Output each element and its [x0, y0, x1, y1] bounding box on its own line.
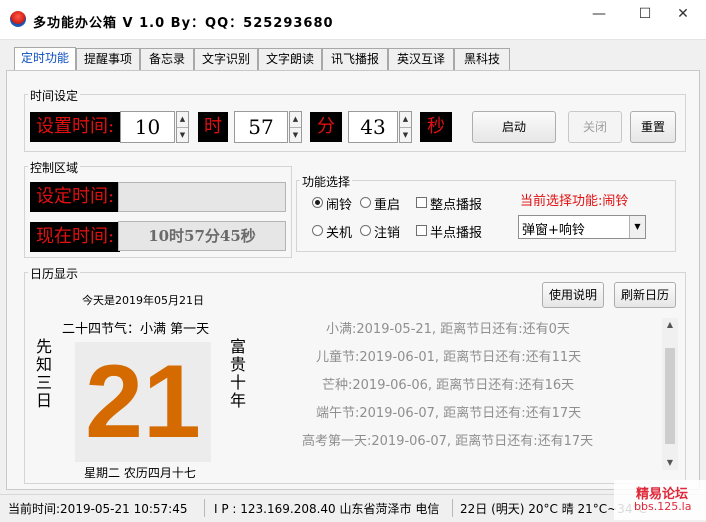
second-stepper[interactable]: ▲ ▼: [399, 111, 412, 143]
alarm-radio[interactable]: [312, 197, 323, 208]
festival-item: 端午节:2019-06-07, 距离节日还有:还有17天: [316, 406, 582, 421]
start-button[interactable]: 启动: [472, 111, 556, 143]
festival-item: 儿童节:2019-06-01, 距离节日还有:还有11天: [316, 350, 582, 365]
minute-input[interactable]: 57: [234, 111, 288, 143]
tab-reminders[interactable]: 提醒事项: [76, 48, 140, 70]
status-divider: [204, 499, 205, 517]
reset-button[interactable]: 重置: [630, 111, 676, 143]
chevron-down-icon[interactable]: ▼: [629, 216, 645, 238]
tab-xunfei[interactable]: 讯飞播报: [322, 48, 388, 70]
hour-unit-label: 时: [198, 112, 228, 142]
preset-time-field: [118, 182, 286, 212]
shutdown-radio-label[interactable]: 关机: [326, 222, 352, 241]
logoff-radio[interactable]: [360, 225, 371, 236]
hour-input[interactable]: 10: [120, 111, 175, 143]
minute-unit-label: 分: [310, 112, 342, 142]
spin-up-icon[interactable]: ▲: [290, 112, 301, 127]
weekday-lunar-text: 星期二 农历四月十七: [84, 466, 196, 480]
spin-up-icon[interactable]: ▲: [177, 112, 188, 127]
tab-translate[interactable]: 英汉互译: [388, 48, 454, 70]
mode-dropdown-value: 弹窗+响铃: [522, 223, 585, 238]
status-current-time: 当前时间:2019-05-21 10:57:45: [8, 502, 188, 516]
right-motto-text: 富贵十年: [230, 337, 247, 410]
help-button[interactable]: 使用说明: [542, 282, 604, 308]
control-label: 控制区域: [28, 159, 81, 176]
time-setting-label: 时间设定: [28, 87, 81, 104]
left-motto-text: 先知三日: [36, 337, 53, 410]
solar-term-text: 二十四节气：小满 第一天: [62, 322, 210, 337]
spin-up-icon[interactable]: ▲: [400, 112, 411, 127]
minimize-button[interactable]: —: [576, 0, 622, 28]
mode-dropdown[interactable]: 弹窗+响铃 ▼: [518, 215, 646, 239]
watermark-url: bbs.125.la: [634, 500, 692, 513]
status-ip: I P : 123.169.208.40 山东省菏泽市 电信: [214, 502, 440, 516]
minute-stepper[interactable]: ▲ ▼: [289, 111, 302, 143]
status-bar: 当前时间:2019-05-21 10:57:45 I P : 123.169.2…: [0, 494, 706, 522]
tab-memo[interactable]: 备忘录: [140, 48, 194, 70]
festival-item: 芒种:2019-06-06, 距离节日还有:还有16天: [322, 378, 575, 393]
spin-down-icon[interactable]: ▼: [177, 127, 188, 142]
shutdown-radio[interactable]: [312, 225, 323, 236]
alarm-radio-label[interactable]: 闹铃: [326, 194, 352, 213]
scroll-up-icon[interactable]: ▲: [662, 318, 678, 332]
scrollbar-thumb[interactable]: [665, 348, 675, 444]
preset-time-label: 设定时间:: [30, 182, 120, 212]
hour-stepper[interactable]: ▲ ▼: [176, 111, 189, 143]
close-window-button[interactable]: ✕: [660, 0, 706, 28]
app-logo-icon: [10, 11, 26, 27]
calendar-label: 日历显示: [28, 265, 81, 282]
spin-down-icon[interactable]: ▼: [290, 127, 301, 142]
hourly-report-checkbox[interactable]: [416, 197, 427, 208]
current-time-label: 现在时间:: [30, 222, 120, 252]
day-tile: 21: [75, 342, 211, 462]
tab-timer[interactable]: 定时功能: [14, 47, 76, 71]
second-unit-label: 秒: [420, 112, 452, 142]
festival-item: 高考第一天:2019-06-07, 距离节日还有:还有17天: [302, 434, 594, 449]
logoff-radio-label[interactable]: 注销: [374, 222, 400, 241]
tab-tech[interactable]: 黑科技: [454, 48, 510, 70]
function-select-label: 功能选择: [300, 173, 353, 190]
current-time-field: 10时57分45秒: [118, 221, 286, 251]
watermark: 精易论坛 bbs.125.la: [614, 480, 706, 520]
tab-tts[interactable]: 文字朗读: [258, 48, 322, 70]
window-title: 多功能办公箱 V 1.0 By：QQ：525293680: [33, 16, 334, 31]
title-bar: 多功能办公箱 V 1.0 By：QQ：525293680 — ☐ ✕: [0, 0, 706, 40]
restart-radio[interactable]: [360, 197, 371, 208]
refresh-calendar-button[interactable]: 刷新日历: [614, 282, 676, 308]
set-time-label: 设置时间:: [30, 112, 120, 142]
tab-ocr[interactable]: 文字识别: [194, 48, 258, 70]
stop-button[interactable]: 关闭: [568, 111, 622, 143]
spin-down-icon[interactable]: ▼: [400, 127, 411, 142]
festival-item: 小满:2019-05-21, 距离节日还有:还有0天: [326, 322, 570, 337]
half-hour-report-label[interactable]: 半点播报: [430, 222, 482, 241]
today-text: 今天是2019年05月21日: [82, 294, 204, 307]
current-function-label: 当前选择功能:闹铃: [520, 194, 629, 209]
restart-radio-label[interactable]: 重启: [374, 194, 400, 213]
status-divider: [452, 499, 453, 517]
half-hour-report-checkbox[interactable]: [416, 225, 427, 236]
day-number: 21: [85, 344, 201, 460]
hourly-report-label[interactable]: 整点播报: [430, 194, 482, 213]
second-input[interactable]: 43: [348, 111, 398, 143]
festival-scrollbar[interactable]: ▲ ▼: [662, 318, 678, 470]
scroll-down-icon[interactable]: ▼: [662, 456, 678, 470]
